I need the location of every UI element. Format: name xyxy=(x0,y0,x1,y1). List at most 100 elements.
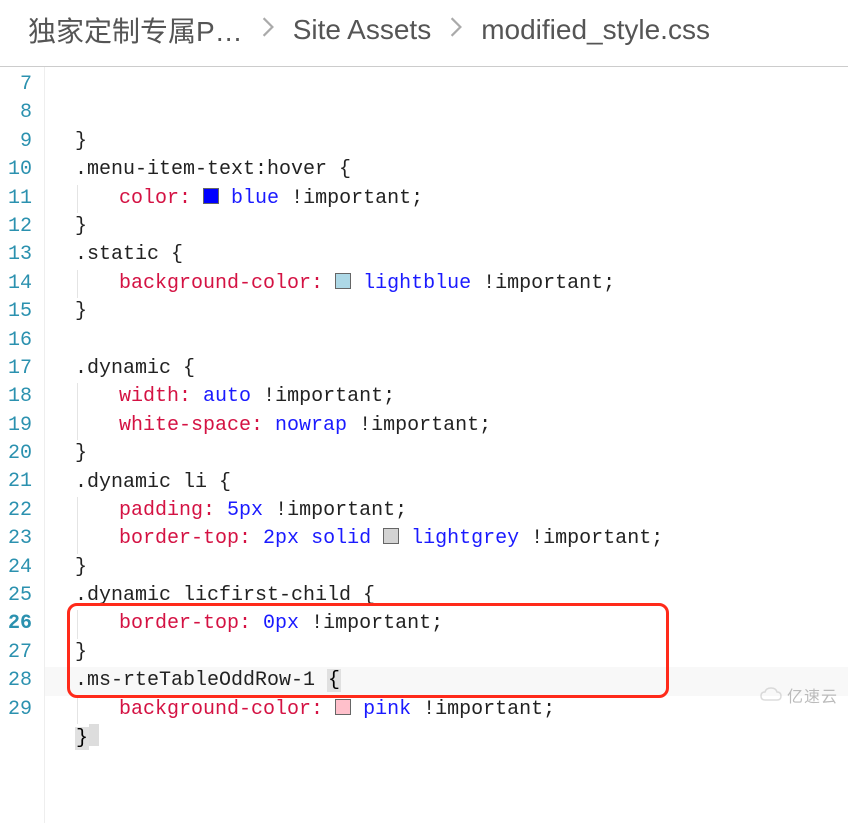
code-token-imp: !important xyxy=(311,612,431,635)
code-token-text: .dynamic licfirst-child { xyxy=(75,584,375,607)
line-number: 25 xyxy=(6,582,32,610)
line-number: 11 xyxy=(6,185,32,213)
code-line[interactable]: .menu-item-text:hover { xyxy=(45,156,848,184)
code-line[interactable]: color: blue !important; xyxy=(45,185,848,213)
watermark: 亿速云 xyxy=(759,683,838,707)
color-swatch-icon xyxy=(203,188,219,204)
code-line[interactable]: border-top: 2px solid lightgrey !importa… xyxy=(45,525,848,553)
code-token-imp: !important xyxy=(275,499,395,522)
code-token-text: } xyxy=(75,215,87,238)
code-token-val: blue xyxy=(231,187,279,210)
code-line[interactable]: .dynamic licfirst-child { xyxy=(45,582,848,610)
line-number-gutter: 7891011121314151617181920212223242526272… xyxy=(0,67,44,823)
line-number: 16 xyxy=(6,327,32,355)
code-token-text: } xyxy=(75,641,87,664)
line-number: 15 xyxy=(6,298,32,326)
code-line[interactable]: .dynamic li { xyxy=(45,469,848,497)
chevron-right-icon xyxy=(261,16,275,44)
code-line[interactable]: white-space: nowrap !important; xyxy=(45,412,848,440)
code-token-imp: !important xyxy=(423,698,543,721)
code-line[interactable]: } xyxy=(45,440,848,468)
line-number: 22 xyxy=(6,497,32,525)
line-number: 23 xyxy=(6,525,32,553)
code-token-text: ; xyxy=(479,414,491,437)
line-number: 26 xyxy=(6,610,32,638)
line-number: 7 xyxy=(6,71,32,99)
watermark-text: 亿速云 xyxy=(787,683,838,707)
code-token-text: ; xyxy=(431,612,443,635)
code-token-val: auto xyxy=(203,385,251,408)
code-token-val: pink xyxy=(363,698,411,721)
code-token-prop: border-top: xyxy=(119,612,251,635)
code-token-prop: background-color: xyxy=(119,272,323,295)
code-token-text: } xyxy=(75,130,87,153)
code-line[interactable]: .dynamic { xyxy=(45,355,848,383)
color-swatch-icon xyxy=(383,528,399,544)
code-token-text: } xyxy=(75,442,87,465)
line-number: 29 xyxy=(6,696,32,710)
code-line[interactable]: background-color: pink !important; xyxy=(45,696,848,724)
code-token-text: ; xyxy=(383,385,395,408)
line-number: 8 xyxy=(6,99,32,127)
code-token-text: ; xyxy=(651,527,663,550)
line-number: 9 xyxy=(6,128,32,156)
code-token-val: 5px xyxy=(227,499,263,522)
chevron-right-icon xyxy=(449,16,463,44)
brace-match: { xyxy=(327,669,341,692)
code-token-prop: background-color: xyxy=(119,698,323,721)
code-token-text: .dynamic li { xyxy=(75,471,231,494)
code-line[interactable]: } xyxy=(45,298,848,326)
code-line[interactable]: } xyxy=(45,724,848,752)
line-number: 27 xyxy=(6,639,32,667)
code-line[interactable]: } xyxy=(45,639,848,667)
code-token-imp: !important xyxy=(359,414,479,437)
code-token-prop: border-top: xyxy=(119,527,251,550)
code-line[interactable]: border-top: 0px !important; xyxy=(45,610,848,638)
code-line[interactable]: width: auto !important; xyxy=(45,383,848,411)
line-number: 13 xyxy=(6,241,32,269)
code-token-prop: white-space: xyxy=(119,414,263,437)
text-cursor xyxy=(89,724,99,746)
code-token-text: .ms-rteTableOddRow-1 xyxy=(75,669,327,692)
code-line[interactable]: } xyxy=(45,554,848,582)
code-token-val: lightgrey xyxy=(411,527,519,550)
breadcrumb-item-file[interactable]: modified_style.css xyxy=(481,14,710,46)
code-token-text: .menu-item-text:hover { xyxy=(75,158,351,181)
code-token-text: } xyxy=(75,300,87,323)
code-line[interactable]: padding: 5px !important; xyxy=(45,497,848,525)
breadcrumb-item-folder[interactable]: Site Assets xyxy=(293,14,432,46)
breadcrumb-item-root[interactable]: 独家定制专属P… xyxy=(28,10,243,50)
code-line[interactable]: background-color: lightblue !important; xyxy=(45,270,848,298)
code-token-prop: color: xyxy=(119,187,191,210)
code-token-text: ; xyxy=(395,499,407,522)
color-swatch-icon xyxy=(335,273,351,289)
line-number: 21 xyxy=(6,468,32,496)
code-token-text: ; xyxy=(543,698,555,721)
code-token-text: } xyxy=(75,556,87,579)
code-line[interactable]: .ms-rteTableOddRow-1 { xyxy=(45,667,848,695)
code-line[interactable] xyxy=(45,752,848,766)
code-token-val: 2px xyxy=(263,527,299,550)
code-line[interactable] xyxy=(45,327,848,355)
code-token-val: nowrap xyxy=(275,414,347,437)
code-editor[interactable]: 7891011121314151617181920212223242526272… xyxy=(0,67,848,823)
code-line[interactable]: } xyxy=(45,128,848,156)
color-swatch-icon xyxy=(335,699,351,715)
code-token-text: ; xyxy=(411,187,423,210)
code-token-text: .static { xyxy=(75,243,183,266)
code-token-val: lightblue xyxy=(363,272,471,295)
code-token-imp: !important xyxy=(483,272,603,295)
code-area[interactable]: } .menu-item-text:hover { color: blue !imp… xyxy=(44,67,848,823)
line-number: 19 xyxy=(6,412,32,440)
code-line[interactable]: } xyxy=(45,213,848,241)
brace-match: } xyxy=(75,727,89,750)
code-token-text: .dynamic { xyxy=(75,357,195,380)
code-token-imp: !important xyxy=(531,527,651,550)
line-number: 12 xyxy=(6,213,32,241)
line-number: 18 xyxy=(6,383,32,411)
line-number: 14 xyxy=(6,270,32,298)
code-token-prop: width: xyxy=(119,385,191,408)
breadcrumb: 独家定制专属P… Site Assets modified_style.css xyxy=(0,0,848,67)
code-line[interactable]: .static { xyxy=(45,241,848,269)
code-token-prop: padding: xyxy=(119,499,215,522)
